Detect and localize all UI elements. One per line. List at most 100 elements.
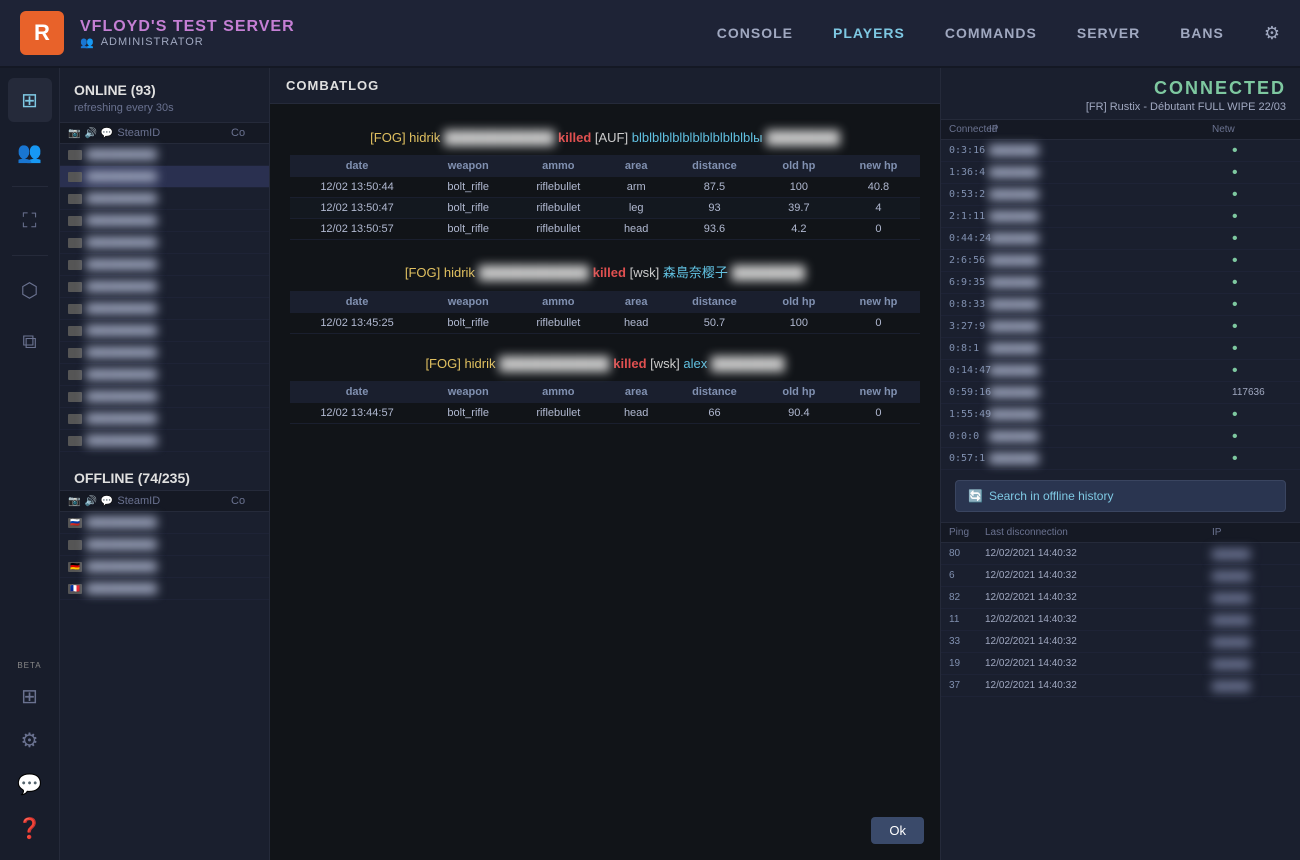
nav-commands[interactable]: COMMANDS — [945, 25, 1037, 41]
role-label: ADMINISTRATOR — [101, 36, 204, 48]
online-player-row[interactable]: ██████████ — [60, 276, 269, 298]
offline-dc: 12/02/2021 14:40:32 — [985, 680, 1212, 691]
online-player-row[interactable]: ██████████ — [60, 188, 269, 210]
kill-event-3: [FOG] hidrik ████████████ killed [wsk] a… — [270, 340, 940, 430]
conn-dot: • — [1232, 274, 1238, 291]
online-player-row[interactable]: ██████████ — [60, 386, 269, 408]
sidebar-item-home[interactable]: ⊞ — [8, 78, 52, 122]
player-flag — [68, 150, 82, 160]
th-distance: distance — [668, 155, 761, 177]
online-player-row[interactable]: ██████████ — [60, 430, 269, 452]
offline-ping: 33 — [949, 636, 985, 647]
offline-history-row[interactable]: 11 12/02/2021 14:40:32 ██████ — [941, 609, 1300, 631]
offline-player-row[interactable]: 🇷🇺 ██████████ — [60, 512, 269, 534]
sidebar-item-filter[interactable]: ⛶ — [8, 199, 52, 243]
conn-dot: • — [1232, 362, 1238, 379]
th-last-dc: Last disconnection — [985, 527, 1212, 538]
connected-player-row[interactable]: 0:14:47 ███████ • — [941, 360, 1300, 382]
nav-players[interactable]: PLAYERS — [833, 25, 905, 41]
conn-ip: ███████ — [989, 321, 1232, 332]
connected-player-row[interactable]: 0:3:16 ███████ • — [941, 140, 1300, 162]
kill-word-1: killed — [558, 130, 595, 145]
connected-player-row[interactable]: 0:8:33 ███████ • — [941, 294, 1300, 316]
online-player-row[interactable]: ██████████ — [60, 232, 269, 254]
cell-distance: 50.7 — [668, 313, 761, 334]
connected-player-row[interactable]: 0:57:1 ███████ • — [941, 448, 1300, 470]
sidebar-item-grid[interactable]: ⊞ — [8, 674, 52, 718]
conn-ip: ███████ — [989, 343, 1232, 354]
server-info: VFLOYD'S TEST SERVER 👥 ADMINISTRATOR — [80, 18, 295, 49]
online-player-row[interactable]: ██████████ — [60, 320, 269, 342]
cell-new-hp: 0 — [837, 403, 920, 424]
conn-time: 0:0:0 — [949, 431, 989, 442]
online-player-row[interactable]: ██████████ — [60, 254, 269, 276]
player-name: ██████████ — [86, 369, 227, 380]
offline-player-row[interactable]: ██████████ — [60, 534, 269, 556]
online-player-row[interactable]: ██████████ — [60, 298, 269, 320]
offline-history-row[interactable]: 80 12/02/2021 14:40:32 ██████ — [941, 543, 1300, 565]
conn-dot: • — [1232, 142, 1238, 159]
conn-dot: • — [1232, 296, 1238, 313]
connected-player-row[interactable]: 3:27:9 ███████ • — [941, 316, 1300, 338]
table-row: 12/02 13:50:47 bolt_rifle riflebullet le… — [290, 198, 920, 219]
player-flag — [68, 282, 82, 292]
table-row: 12/02 13:50:57 bolt_rifle riflebullet he… — [290, 219, 920, 240]
offline-history-row[interactable]: 19 12/02/2021 14:40:32 ██████ — [941, 653, 1300, 675]
conn-time: 3:27:9 — [949, 321, 989, 332]
combat-table-3: date weapon ammo area distance old hp ne… — [290, 381, 920, 424]
killer-blurred-1: ████████████ — [444, 130, 555, 145]
offline-history-row[interactable]: 82 12/02/2021 14:40:32 ██████ — [941, 587, 1300, 609]
offline-dc: 12/02/2021 14:40:32 — [985, 636, 1212, 647]
connected-player-row[interactable]: 0:53:2 ███████ • — [941, 184, 1300, 206]
search-offline-button[interactable]: 🔄 Search in offline history — [955, 480, 1286, 512]
victim-blurred-1: ████████ — [766, 130, 840, 145]
connected-player-row[interactable]: 6:9:35 ███████ • — [941, 272, 1300, 294]
offline-player-row[interactable]: 🇩🇪 ██████████ — [60, 556, 269, 578]
sidebar-item-map[interactable]: ⬡ — [8, 268, 52, 312]
offline-player-row[interactable]: 🇫🇷 ██████████ — [60, 578, 269, 600]
connected-player-row[interactable]: 2:6:56 ███████ • — [941, 250, 1300, 272]
cell-weapon: bolt_rifle — [424, 198, 512, 219]
col-steamid2: SteamID — [117, 495, 227, 507]
th-ip: IP — [989, 124, 1212, 135]
connected-player-row[interactable]: 1:36:4 ███████ • — [941, 162, 1300, 184]
offline-ping: 37 — [949, 680, 985, 691]
offline-ip: ██████ — [1212, 681, 1292, 691]
th-ammo: ammo — [512, 291, 604, 313]
sidebar-item-help[interactable]: ❓ — [8, 806, 52, 850]
sidebar-item-layers[interactable]: ⧉ — [8, 320, 52, 364]
connected-player-row[interactable]: 0:44:24 ███████ • — [941, 228, 1300, 250]
conn-time: 0:59:16 — [949, 387, 989, 398]
offline-dc: 12/02/2021 14:40:32 — [985, 570, 1212, 581]
settings-icon[interactable]: ⚙ — [1264, 23, 1280, 44]
online-player-row[interactable]: ██████████ — [60, 342, 269, 364]
player-name: ██████████ — [86, 325, 227, 336]
sidebar-item-discord[interactable]: 💬 — [8, 762, 52, 806]
victim-name-2: 森島奈樱子 — [663, 265, 728, 280]
offline-history-row[interactable]: 6 12/02/2021 14:40:32 ██████ — [941, 565, 1300, 587]
player-name: ██████████ — [86, 561, 227, 572]
combatlog-header: COMBATLOG — [270, 68, 940, 104]
sidebar-item-users[interactable]: 👥 — [8, 130, 52, 174]
offline-history-row[interactable]: 33 12/02/2021 14:40:32 ██████ — [941, 631, 1300, 653]
connected-player-row[interactable]: 2:1:11 ███████ • — [941, 206, 1300, 228]
online-player-row[interactable]: ██████████ — [60, 364, 269, 386]
player-name: ██████████ — [86, 435, 227, 446]
nav-server[interactable]: SERVER — [1077, 25, 1140, 41]
connected-player-row[interactable]: 1:55:49 ███████ • — [941, 404, 1300, 426]
conn-dot: • — [1232, 186, 1238, 203]
sidebar-item-gear[interactable]: ⚙ — [8, 718, 52, 762]
connected-player-row[interactable]: 0:59:16 ███████ 117636 — [941, 382, 1300, 404]
server-name: VFLOYD'S TEST SERVER — [80, 18, 295, 36]
nav-bans[interactable]: BANS — [1180, 25, 1224, 41]
nav-console[interactable]: CONSOLE — [717, 25, 793, 41]
offline-history-row[interactable]: 37 12/02/2021 14:40:32 ██████ — [941, 675, 1300, 697]
ok-button[interactable]: Ok — [871, 817, 924, 844]
connected-player-row[interactable]: 0:0:0 ███████ • — [941, 426, 1300, 448]
online-player-row[interactable]: ██████████ — [60, 144, 269, 166]
connected-player-row[interactable]: 0:8:1 ███████ • — [941, 338, 1300, 360]
online-player-row[interactable]: ██████████ — [60, 408, 269, 430]
online-player-row[interactable]: ██████████ — [60, 166, 269, 188]
conn-ip: ███████ — [989, 365, 1232, 376]
online-player-row[interactable]: ██████████ — [60, 210, 269, 232]
